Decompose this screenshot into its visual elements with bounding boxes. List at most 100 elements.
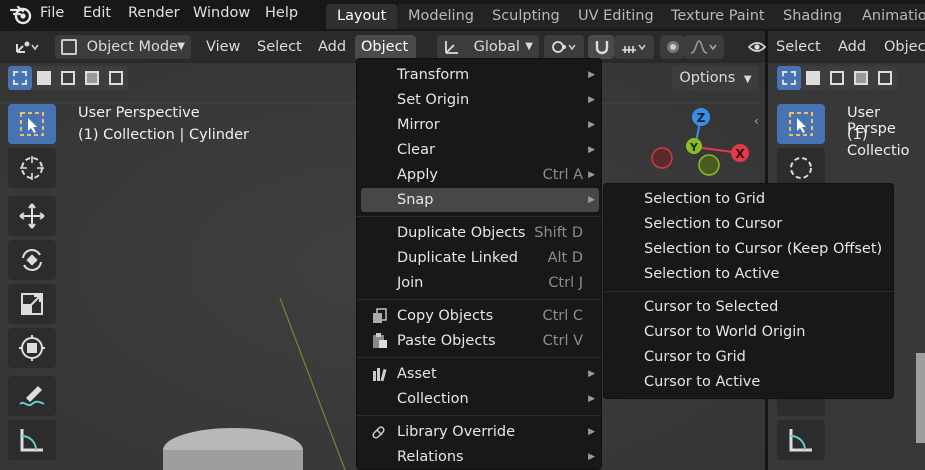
mode-dropdown[interactable]: Object Mode ▼: [55, 35, 191, 59]
select-box-icon: [782, 71, 796, 85]
menu-file[interactable]: File: [40, 5, 64, 21]
menu-item-relations[interactable]: Relations ▶: [361, 445, 599, 469]
select-extend-button[interactable]: [32, 66, 56, 90]
menu-select[interactable]: Select: [251, 35, 308, 59]
menu-item-apply[interactable]: Apply Ctrl A ▶: [361, 163, 599, 187]
falloff-dropdown[interactable]: [684, 35, 724, 59]
snap-cursor-to-active[interactable]: Cursor to Active: [644, 370, 760, 394]
tool-select-box-right[interactable]: [777, 104, 825, 144]
select-intersect-button-right[interactable]: [873, 66, 897, 90]
menu-item-mirror[interactable]: Mirror ▶: [361, 113, 599, 137]
select-extend-button-right[interactable]: [801, 66, 825, 90]
snap-selection-to-cursor-keep-offset[interactable]: Selection to Cursor (Keep Offset): [644, 237, 882, 261]
object-menu: Transform ▶ Set Origin ▶ Mirror ▶ Clear …: [356, 58, 602, 470]
select-subtract-button-right[interactable]: [825, 66, 849, 90]
snap-cursor-to-selected[interactable]: Cursor to Selected: [644, 295, 778, 319]
menu-object-right[interactable]: Object: [878, 35, 925, 59]
pivot-icon: [552, 41, 576, 53]
select-invert-button[interactable]: [80, 66, 104, 90]
tab-animation[interactable]: Animation: [851, 4, 925, 29]
proportional-edit-toggle[interactable]: [660, 35, 684, 59]
copy-icon: [373, 308, 387, 323]
editor-type-button[interactable]: [8, 35, 48, 59]
menu-item-duplicate-objects[interactable]: Duplicate Objects Shift D: [361, 221, 599, 245]
tool-select-box[interactable]: [8, 104, 56, 144]
snap-selection-to-grid[interactable]: Selection to Grid: [644, 187, 765, 211]
menu-view[interactable]: View: [200, 35, 246, 59]
menu-object[interactable]: Object: [355, 35, 416, 59]
select-intersect-button[interactable]: [104, 66, 128, 90]
visibility-toggle[interactable]: [742, 35, 767, 59]
menu-item-label: Join: [397, 275, 424, 291]
select-new-button[interactable]: [8, 66, 32, 90]
menu-item-paste-objects[interactable]: Paste Objects Ctrl V: [361, 329, 599, 353]
menu-separator: [357, 357, 601, 358]
snap-selection-to-cursor[interactable]: Selection to Cursor: [644, 212, 782, 236]
menu-window[interactable]: Window: [193, 5, 250, 21]
tab-uv-editing[interactable]: UV Editing: [567, 4, 665, 29]
tool-measure-right[interactable]: [777, 420, 825, 460]
snap-grid-icon: [622, 44, 646, 53]
gizmo-z-label: Z: [697, 111, 706, 125]
menu-item-join[interactable]: Join Ctrl J: [361, 271, 599, 295]
snap-toggle[interactable]: [588, 35, 614, 59]
menu-item-shortcut: Alt D: [547, 250, 583, 266]
tool-transform[interactable]: [8, 328, 56, 368]
tool-cursor-right[interactable]: [777, 148, 825, 188]
submenu-arrow-icon: ▶: [588, 95, 595, 105]
pivot-dropdown[interactable]: [544, 35, 584, 59]
menu-item-asset[interactable]: Asset ▶: [361, 362, 599, 386]
menu-select-right[interactable]: Select: [770, 35, 827, 59]
menu-edit[interactable]: Edit: [83, 5, 111, 21]
options-dropdown[interactable]: Options ▼: [672, 66, 759, 91]
menu-item-set-origin[interactable]: Set Origin ▶: [361, 88, 599, 112]
blender-logo-icon[interactable]: [10, 5, 32, 25]
menu-item-duplicate-linked[interactable]: Duplicate Linked Alt D: [361, 246, 599, 270]
menu-item-library-override[interactable]: Library Override ▶: [361, 420, 599, 444]
tab-sculpting[interactable]: Sculpting: [481, 4, 571, 29]
tool-annotate[interactable]: [8, 376, 56, 416]
snap-target-dropdown[interactable]: [614, 35, 654, 59]
tool-move[interactable]: [8, 196, 56, 236]
tool-measure[interactable]: [8, 420, 56, 460]
snap-cursor-to-world-origin[interactable]: Cursor to World Origin: [644, 320, 805, 344]
tab-modeling[interactable]: Modeling: [397, 4, 485, 29]
tab-shading[interactable]: Shading: [772, 4, 853, 29]
annotate-pencil-icon: [19, 386, 45, 407]
menu-item-transform[interactable]: Transform ▶: [361, 63, 599, 87]
submenu-arrow-icon: ▶: [588, 394, 595, 404]
tool-cursor[interactable]: [8, 148, 56, 188]
tool-scale[interactable]: [8, 284, 56, 324]
active-object-label-right: (1) Collectio: [847, 127, 910, 159]
menu-item-snap[interactable]: Snap ▶: [361, 188, 599, 212]
menu-add[interactable]: Add: [312, 35, 352, 59]
menu-item-label: Relations: [397, 449, 464, 465]
gizmo-y-label: Y: [689, 141, 699, 154]
menu-item-collection[interactable]: Collection ▶: [361, 387, 599, 411]
orientation-dropdown[interactable]: Global ▼: [437, 35, 539, 59]
paste-icon: [373, 333, 387, 348]
menu-item-label: Mirror: [397, 117, 440, 133]
snap-selection-to-active[interactable]: Selection to Active: [644, 262, 779, 286]
menu-render[interactable]: Render: [128, 5, 180, 21]
menu-item-label: Snap: [397, 192, 434, 208]
transform-icon: [19, 335, 45, 361]
menu-add-right[interactable]: Add: [832, 35, 872, 59]
select-subtract-button[interactable]: [56, 66, 80, 90]
menu-item-clear[interactable]: Clear ▶: [361, 138, 599, 162]
menu-item-copy-objects[interactable]: Copy Objects Ctrl C: [361, 304, 599, 328]
menu-item-label: Transform: [397, 67, 470, 83]
magnet-icon: [595, 41, 609, 55]
menu-help[interactable]: Help: [265, 5, 298, 21]
snap-cursor-to-grid[interactable]: Cursor to Grid: [644, 345, 746, 369]
navigation-gizmo[interactable]: Z Y X: [640, 100, 760, 180]
select-box-icon: [13, 71, 27, 85]
sidebar-toggle-arrow[interactable]: ‹: [754, 114, 759, 128]
submenu-arrow-icon: ▶: [588, 70, 595, 80]
select-new-button-right[interactable]: [777, 66, 801, 90]
select-invert-button-right[interactable]: [849, 66, 873, 90]
tab-layout[interactable]: Layout: [326, 4, 398, 29]
tool-rotate[interactable]: [8, 240, 56, 280]
tab-texture-paint[interactable]: Texture Paint: [660, 4, 776, 29]
select-extend-icon: [37, 71, 51, 85]
